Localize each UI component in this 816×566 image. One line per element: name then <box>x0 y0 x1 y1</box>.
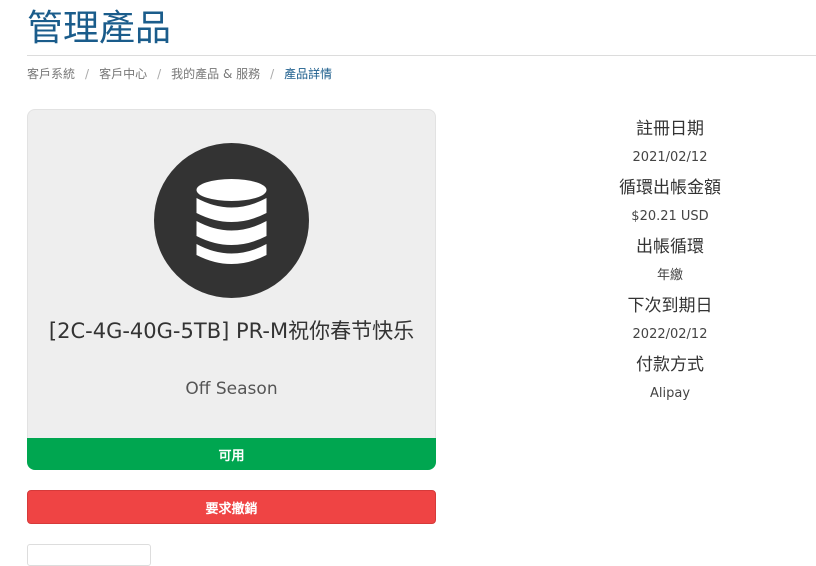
product-details: 註冊日期 2021/02/12 循環出帳金額 $20.21 USD 出帳循環 年… <box>520 112 816 407</box>
product-card: [2C-4G-40G-5TB] PR-M祝你春节快乐 Off Season <box>27 109 436 440</box>
status-badge: 可用 <box>27 438 436 470</box>
breadcrumb-my-products[interactable]: 我的產品 & 服務 <box>171 65 260 82</box>
product-group: Off Season <box>185 379 278 399</box>
billing-cycle-label: 出帳循環 <box>636 237 704 257</box>
next-due-date-label: 下次到期日 <box>627 296 713 316</box>
payment-method-label: 付款方式 <box>636 355 704 375</box>
billing-cycle-value: 年繳 <box>656 268 683 283</box>
database-icon <box>154 143 309 298</box>
breadcrumb-product-details: 產品詳情 <box>284 67 333 81</box>
registration-date-label: 註冊日期 <box>636 119 704 139</box>
breadcrumb: 客戶系統 / 客戶中心 / 我的產品 & 服務 / 產品詳情 <box>27 65 332 82</box>
page-title: 管理產品 <box>27 8 172 49</box>
product-name: [2C-4G-40G-5TB] PR-M祝你春节快乐 <box>48 319 415 343</box>
request-cancellation-button[interactable]: 要求撤銷 <box>27 490 436 524</box>
breadcrumb-separator: / <box>157 66 162 81</box>
payment-method-value: Alipay <box>649 386 691 401</box>
breadcrumb-client-center[interactable]: 客戶中心 <box>99 65 147 82</box>
breadcrumb-client-area[interactable]: 客戶系統 <box>27 65 75 82</box>
registration-date-value: 2021/02/12 <box>632 150 708 165</box>
recurring-amount-label: 循環出帳金額 <box>619 178 721 198</box>
breadcrumb-separator: / <box>270 66 275 81</box>
breadcrumb-separator: / <box>85 66 90 81</box>
recurring-amount-value: $20.21 USD <box>631 209 709 224</box>
title-divider <box>27 55 816 56</box>
secondary-button[interactable] <box>27 544 151 566</box>
next-due-date-value: 2022/02/12 <box>632 327 708 342</box>
